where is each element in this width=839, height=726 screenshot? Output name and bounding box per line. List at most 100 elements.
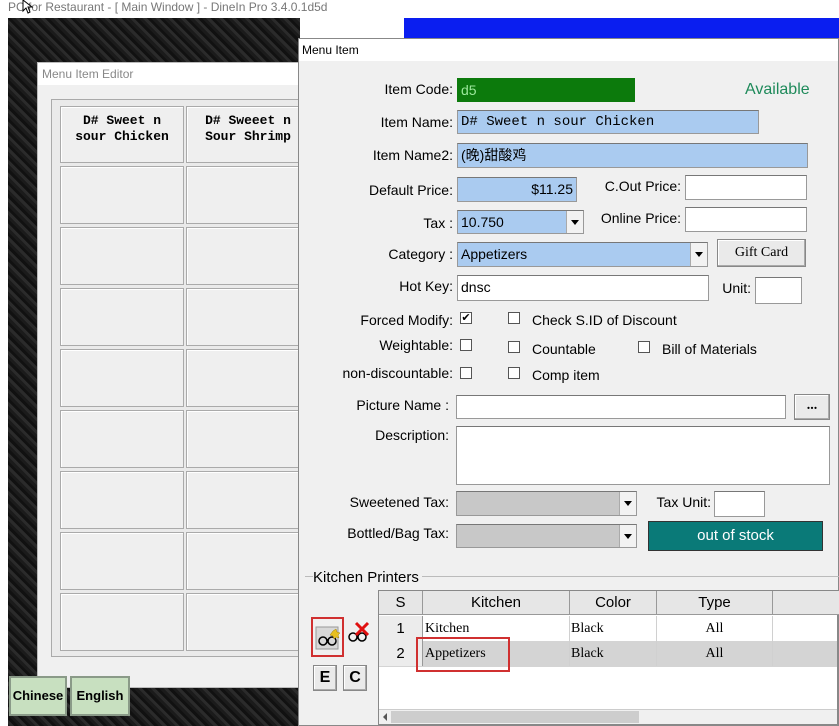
category-value: Appetizers bbox=[461, 246, 528, 262]
item-name2-field[interactable]: (晚)甜酸鸡 bbox=[457, 143, 808, 168]
category-label: Category : bbox=[388, 246, 453, 262]
item-code-field[interactable]: d5 bbox=[457, 78, 635, 102]
sweetened-tax-label: Sweetened Tax: bbox=[349, 494, 449, 510]
horizontal-scrollbar[interactable] bbox=[379, 709, 837, 724]
c-button[interactable]: C bbox=[343, 665, 367, 691]
type-cell: All bbox=[657, 641, 773, 666]
menu-item-cell[interactable] bbox=[60, 349, 184, 407]
menu-item-cell[interactable] bbox=[186, 349, 310, 407]
bottled-tax-select[interactable] bbox=[456, 524, 637, 548]
unit-label: Unit: bbox=[722, 280, 751, 296]
default-price-field[interactable]: $11.25 bbox=[457, 177, 577, 202]
menu-item-cell[interactable]: D# Sweeet n Sour Shrimp bbox=[186, 106, 310, 163]
gift-card-button[interactable]: Gift Card bbox=[717, 239, 806, 267]
menu-item-cell[interactable] bbox=[60, 471, 184, 529]
menu-item-cell[interactable] bbox=[60, 532, 184, 590]
chinese-language-button[interactable]: Chinese bbox=[9, 676, 67, 716]
tax-unit-field[interactable] bbox=[714, 491, 765, 517]
default-price-label: Default Price: bbox=[368, 182, 453, 198]
cout-price-label: C.Out Price: bbox=[604, 178, 681, 194]
browse-button[interactable]: ... bbox=[794, 394, 830, 420]
non-discountable-checkbox[interactable] bbox=[460, 367, 472, 379]
menu-item-cell[interactable] bbox=[60, 166, 184, 224]
hot-key-label: Hot Key: bbox=[399, 278, 453, 294]
kitchen-printers-title: Kitchen Printers bbox=[313, 567, 422, 589]
check-sid-discount-checkbox[interactable] bbox=[508, 312, 520, 324]
english-language-button[interactable]: English bbox=[70, 676, 130, 716]
weightable-checkbox[interactable] bbox=[460, 339, 472, 351]
menu-item-cell[interactable] bbox=[60, 227, 184, 285]
type-cell: All bbox=[657, 616, 773, 641]
chevron-down-icon[interactable] bbox=[619, 492, 636, 515]
column-header-color[interactable]: Color bbox=[570, 591, 657, 615]
description-field[interactable] bbox=[456, 426, 830, 485]
comp-item-label: Comp item bbox=[532, 367, 600, 383]
item-code-label: Item Code: bbox=[384, 81, 453, 97]
menu-item-cell[interactable] bbox=[186, 532, 310, 590]
tax-select[interactable]: 10.750 bbox=[457, 210, 584, 234]
sweetened-tax-select[interactable] bbox=[456, 491, 637, 516]
check-sid-discount-label: Check S.ID of Discount bbox=[532, 312, 677, 328]
column-header-kitchen[interactable]: Kitchen bbox=[423, 591, 570, 615]
item-name2-label: Item Name2: bbox=[372, 147, 453, 163]
main-window-banner bbox=[404, 18, 839, 40]
menu-item-cell[interactable]: D# Sweet n sour Chicken bbox=[60, 106, 184, 163]
editor-title: Menu Item Editor bbox=[38, 63, 336, 85]
delete-printer-button[interactable] bbox=[346, 619, 370, 645]
online-price-field[interactable] bbox=[685, 207, 807, 232]
menu-item-cell[interactable] bbox=[186, 166, 310, 224]
chevron-down-icon[interactable] bbox=[619, 525, 636, 547]
column-header-s[interactable]: S bbox=[379, 591, 423, 615]
menu-item-cell[interactable] bbox=[60, 288, 184, 346]
availability-status: Available bbox=[745, 81, 810, 98]
comp-item-checkbox[interactable] bbox=[508, 367, 520, 379]
highlight-box bbox=[416, 637, 510, 672]
forced-modify-checkbox[interactable]: ✔ bbox=[460, 312, 472, 324]
column-header-type[interactable]: Type bbox=[657, 591, 773, 615]
column-header-blank bbox=[773, 591, 839, 615]
menu-item-cell[interactable] bbox=[186, 593, 310, 651]
tax-unit-label: Tax Unit: bbox=[656, 494, 711, 510]
bill-of-materials-checkbox[interactable] bbox=[638, 341, 650, 353]
unit-field[interactable] bbox=[755, 277, 802, 304]
tax-value: 10.750 bbox=[461, 214, 504, 230]
menu-item-cell[interactable] bbox=[186, 288, 310, 346]
menu-item-dialog: Menu Item Item Code: d5 Available Item N… bbox=[298, 38, 839, 726]
delete-printer-icon bbox=[348, 621, 370, 642]
online-price-label: Online Price: bbox=[600, 210, 681, 226]
dialog-title: Menu Item bbox=[299, 39, 838, 61]
out-of-stock-button[interactable]: out of stock bbox=[648, 521, 823, 551]
menu-item-grid: D# Sweet n sour Chicken D# Sweeet n Sour… bbox=[51, 99, 310, 657]
menu-item-cell[interactable] bbox=[60, 593, 184, 651]
item-name-label: Item Name: bbox=[380, 114, 453, 130]
cout-price-field[interactable] bbox=[685, 175, 807, 200]
picture-name-field[interactable] bbox=[456, 395, 786, 419]
description-label: Description: bbox=[375, 427, 449, 443]
non-discountable-label: non-discountable: bbox=[342, 365, 453, 381]
forced-modify-label: Forced Modify: bbox=[360, 312, 453, 328]
left-edge-strip bbox=[0, 18, 8, 726]
bottled-tax-label: Bottled/Bag Tax: bbox=[347, 525, 449, 541]
picture-name-label: Picture Name : bbox=[356, 397, 449, 413]
menu-item-cell[interactable] bbox=[186, 471, 310, 529]
menu-item-cell[interactable] bbox=[186, 410, 310, 468]
countable-checkbox[interactable] bbox=[508, 341, 520, 353]
scroll-left-icon[interactable] bbox=[381, 712, 389, 722]
e-button[interactable]: E bbox=[313, 665, 337, 691]
main-window-title: PC for Restaurant - [ Main Window ] - Di… bbox=[8, 0, 328, 14]
mouse-cursor-icon bbox=[22, 0, 34, 14]
menu-item-cell[interactable] bbox=[60, 410, 184, 468]
chevron-down-icon[interactable] bbox=[690, 243, 707, 266]
category-select[interactable]: Appetizers bbox=[457, 242, 708, 267]
weightable-label: Weightable: bbox=[379, 337, 453, 353]
add-printer-button[interactable] bbox=[311, 617, 344, 657]
scrollbar-thumb[interactable] bbox=[391, 711, 639, 723]
kitchen-printers-table: S Kitchen Color Type 1 Kitchen Black All… bbox=[378, 590, 839, 725]
hot-key-field[interactable]: dnsc bbox=[457, 275, 709, 301]
color-cell: Black bbox=[570, 641, 657, 666]
item-name-field[interactable]: D# Sweet n sour Chicken bbox=[457, 110, 759, 134]
add-printer-icon bbox=[315, 626, 341, 650]
menu-item-cell[interactable] bbox=[186, 227, 310, 285]
bill-of-materials-label: Bill of Materials bbox=[662, 341, 757, 357]
countable-label: Countable bbox=[532, 341, 596, 357]
